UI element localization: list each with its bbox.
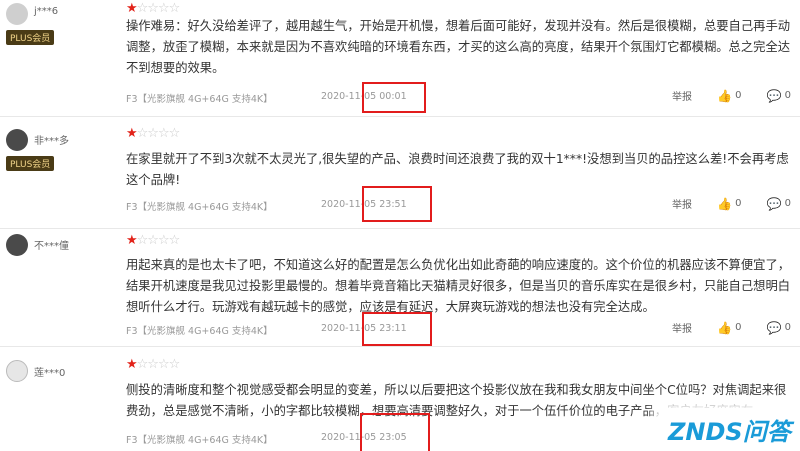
reply-count: 0 (784, 90, 792, 101)
review-content: 在家里就开了不到3次就不太灵光了,很失望的产品、浪费时间还浪费了我的双十1***… (126, 152, 789, 187)
username[interactable]: j***6 (34, 6, 58, 17)
review-meta: F3【光影旗舰 4G+64G 支持4K】 2020-11-05 23:51 (126, 199, 407, 213)
username[interactable]: 非***多 (34, 132, 69, 147)
rating-stars: ★☆☆☆☆ (126, 233, 180, 248)
thumb-up-icon[interactable]: 👍 (717, 89, 732, 103)
report-button[interactable]: 举报 (672, 88, 692, 103)
report-button[interactable]: 举报 (672, 196, 692, 211)
rating-stars: ★☆☆☆☆ (126, 357, 180, 372)
reply-count: 0 (784, 198, 792, 209)
avatar[interactable] (6, 129, 28, 151)
plus-member-badge: PLUS会员 (6, 30, 55, 45)
username[interactable]: 不***僮 (34, 237, 69, 252)
date-highlight-box (362, 312, 432, 346)
thumb-up-icon[interactable]: 👍 (717, 321, 732, 335)
product-spec: F3【光影旗舰 4G+64G 支持4K】 (126, 94, 273, 105)
plus-member-badge: PLUS会员 (6, 156, 55, 171)
avatar[interactable] (6, 234, 28, 256)
review-actions: 举报 👍 0 💬 0 (672, 88, 792, 104)
like-count: 0 (735, 322, 742, 333)
comment-icon[interactable]: 💬 (767, 197, 782, 211)
product-spec: F3【光影旗舰 4G+64G 支持4K】 (126, 326, 273, 337)
review-actions: 举报 👍 0 💬 0 (672, 196, 792, 212)
date-highlight-box (362, 186, 432, 222)
avatar[interactable] (6, 3, 28, 25)
date-highlight-box (360, 413, 430, 451)
like-count: 0 (735, 198, 742, 209)
review-meta: F3【光影旗舰 4G+64G 支持4K】 2020-11-05 23:05 (126, 432, 407, 446)
review-content: 操作难易：好久没给差评了，越用越生气，开始是开机慢，想着后面可能好，发现并没有。… (126, 19, 791, 75)
reply-count: 0 (784, 322, 792, 333)
review-actions: 举报 👍 0 💬 0 (672, 320, 792, 336)
thumb-up-icon[interactable]: 👍 (717, 197, 732, 211)
comment-icon[interactable]: 💬 (767, 89, 782, 103)
review-meta: F3【光影旗舰 4G+64G 支持4K】 2020-11-05 23:11 (126, 323, 407, 337)
watermark: ZNDS问答 (660, 408, 800, 449)
rating-stars: ★☆☆☆☆ (126, 1, 180, 16)
date-highlight-box (362, 82, 426, 113)
report-button[interactable]: 举报 (672, 320, 692, 335)
like-count: 0 (735, 90, 742, 101)
comment-icon[interactable]: 💬 (767, 321, 782, 335)
watermark-logo: ZNDS问答 (668, 418, 791, 446)
review-content: 用起来真的是也太卡了吧，不知道这么好的配置是怎么负优化出如此奇葩的响应速度的。这… (126, 258, 791, 314)
product-spec: F3【光影旗舰 4G+64G 支持4K】 (126, 435, 273, 446)
username[interactable]: 莲***0 (34, 364, 65, 379)
product-spec: F3【光影旗舰 4G+64G 支持4K】 (126, 202, 273, 213)
avatar[interactable] (6, 360, 28, 382)
review-meta: F3【光影旗舰 4G+64G 支持4K】 2020-11-05 00:01 (126, 91, 407, 105)
rating-stars: ★☆☆☆☆ (126, 126, 180, 141)
